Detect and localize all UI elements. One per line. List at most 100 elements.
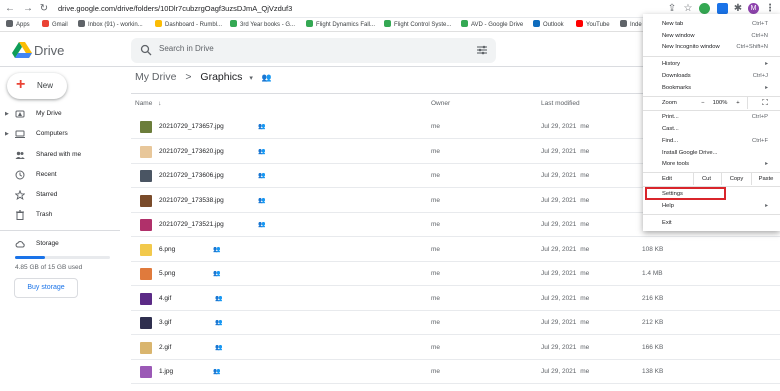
bookmark-outlook[interactable]: Outlook [533, 18, 564, 32]
file-row[interactable]: 3.gif 👥 me Jul 29, 2021 me 212 KB [131, 311, 780, 335]
file-row[interactable]: 4.gif 👥 me Jul 29, 2021 me 216 KB [131, 287, 780, 311]
file-row[interactable]: 6.png 👥 me Jul 29, 2021 me 108 KB [131, 238, 780, 262]
file-name[interactable]: 3.gif [159, 319, 171, 326]
file-modified: Jul 29, 2021 me [541, 368, 590, 375]
extension-icon[interactable] [699, 3, 710, 14]
address-bar[interactable]: drive.google.com/drive/folders/10Dlr7cub… [58, 2, 658, 16]
cut-button[interactable]: Cut [693, 173, 719, 185]
shared-icon: 👥 [215, 344, 223, 351]
paste-button[interactable]: Paste [751, 173, 780, 185]
search-input[interactable]: Search in Drive [159, 44, 214, 53]
sidebar-item-storage[interactable]: Storage [0, 236, 120, 252]
drive-logo-icon[interactable] [12, 42, 32, 59]
expand-arrow-icon[interactable]: ▶ [5, 106, 9, 122]
file-modified: Jul 29, 2021 me [541, 270, 590, 277]
storage-usage-text: 4.85 GB of 15 GB used [15, 264, 83, 271]
menu-item-history[interactable]: History ▸ [643, 58, 780, 70]
extension-icon[interactable] [717, 3, 728, 14]
file-name[interactable]: 20210729_173538.jpg [159, 197, 224, 204]
reload-icon[interactable]: ↻ [38, 3, 50, 15]
copy-button[interactable]: Copy [721, 173, 751, 185]
menu-item-find[interactable]: Find... Ctrl+F [643, 135, 780, 147]
bookmark-3rd-year-books[interactable]: 3rd Year books - G... [230, 18, 295, 32]
breadcrumb-separator-icon: > [185, 71, 192, 83]
sidebar-item-shared-with-me[interactable]: Shared with me [0, 147, 120, 163]
column-header-name[interactable]: Name ↓ [135, 100, 161, 107]
new-button[interactable]: + New [7, 73, 67, 99]
sidebar-item-starred[interactable]: Starred [0, 187, 120, 203]
computer-icon [15, 130, 25, 138]
file-modified: Jul 29, 2021 me [541, 147, 590, 155]
file-row[interactable]: 5.png 👥 me Jul 29, 2021 me 1.4 MB [131, 262, 780, 286]
menu-item-help[interactable]: Help ▸ [643, 200, 780, 212]
bookmark-flight-dynamics[interactable]: Flight Dynamics Fall... [306, 18, 375, 32]
file-thumbnail [140, 121, 152, 133]
file-name[interactable]: 20210729_173521.jpg [159, 221, 224, 228]
sidebar-item-recent[interactable]: Recent [0, 167, 120, 183]
file-name[interactable]: 1.jpg [159, 368, 173, 375]
shared-folder-icon: 👥 [261, 73, 272, 82]
bookmark-youtube[interactable]: YouTube [576, 18, 610, 32]
file-thumbnail [140, 170, 152, 182]
bookmark-inde[interactable]: Inde [620, 18, 642, 32]
bookmark-apps[interactable]: Apps [6, 18, 30, 32]
edit-label: Edit [662, 176, 672, 182]
search-box[interactable]: Search in Drive [131, 38, 496, 63]
menu-item-new-tab[interactable]: New tab Ctrl+T [643, 18, 780, 30]
menu-item-new-incognito[interactable]: New Incognito window Ctrl+Shift+N [643, 41, 780, 53]
column-header-last-modified[interactable]: Last modified [541, 100, 580, 107]
sidebar-item-computers[interactable]: ▶ Computers [0, 126, 120, 142]
bookmark-flight-control[interactable]: Flight Control Syste... [384, 18, 451, 32]
bookmark-avd[interactable]: AVD - Google Drive [461, 18, 523, 32]
file-row[interactable]: 2.gif 👥 me Jul 29, 2021 me 166 KB [131, 336, 780, 360]
bookmark-dashboard[interactable]: Dashboard - Rumbl... [155, 18, 222, 32]
file-name[interactable]: 6.png [159, 246, 175, 253]
file-owner: me [431, 123, 441, 130]
back-icon[interactable]: ← [4, 3, 16, 15]
menu-item-cast[interactable]: Cast... [643, 123, 780, 135]
expand-arrow-icon[interactable]: ▶ [5, 126, 9, 142]
bookmark-gmail[interactable]: Gmail [42, 18, 68, 32]
buy-storage-button[interactable]: Buy storage [14, 278, 78, 298]
forward-icon[interactable]: → [22, 3, 34, 15]
zoom-in-button[interactable]: + [733, 97, 743, 109]
file-thumbnail [140, 341, 152, 354]
fullscreen-icon[interactable]: ⛶ [760, 97, 770, 109]
file-modified: Jul 29, 2021 me [541, 343, 590, 351]
file-name[interactable]: 20210729_173657.jpg [159, 123, 224, 130]
file-name[interactable]: 20210729_173620.jpg [159, 148, 224, 155]
folder-dropdown-icon[interactable]: ▾ [249, 75, 253, 82]
search-options-icon[interactable] [476, 44, 488, 56]
file-name[interactable]: 20210729_173606.jpg [159, 172, 224, 179]
file-thumbnail [140, 145, 152, 158]
file-name[interactable]: 5.png [159, 270, 175, 277]
breadcrumb-my-drive[interactable]: My Drive [135, 71, 176, 83]
trash-icon [16, 210, 24, 220]
shared-icon: 👥 [258, 173, 266, 179]
file-name[interactable]: 4.gif [159, 295, 171, 302]
menu-item-edit: Edit Cut Copy Paste [643, 173, 780, 185]
breadcrumb: My Drive > Graphics ▾ 👥 [135, 71, 272, 83]
sidebar-item-my-drive[interactable]: ▶ My Drive [0, 106, 120, 122]
sidebar-item-trash[interactable]: Trash [0, 207, 120, 223]
file-size: 212 KB [642, 319, 664, 326]
settings-highlight-box [645, 187, 726, 200]
sidebar-item-label: Computers [36, 130, 68, 137]
zoom-out-button[interactable]: − [698, 97, 708, 109]
search-icon[interactable] [140, 44, 152, 56]
column-header-owner[interactable]: Owner [431, 100, 450, 107]
menu-item-exit[interactable]: Exit [643, 217, 780, 229]
profile-avatar[interactable]: M [748, 3, 759, 14]
file-size: 138 KB [642, 368, 664, 375]
menu-item-downloads[interactable]: Downloads Ctrl+J [643, 70, 780, 82]
breadcrumb-current-folder[interactable]: Graphics [200, 71, 242, 83]
file-size: 1.4 MB [642, 270, 663, 277]
menu-item-more-tools[interactable]: More tools ▸ [643, 158, 780, 170]
file-row[interactable]: 1.jpg 👥 me Jul 29, 2021 me 138 KB [131, 360, 780, 384]
file-name[interactable]: 2.gif [159, 344, 171, 351]
bookmark-inbox[interactable]: Inbox (91) - workin... [78, 18, 143, 32]
menu-item-bookmarks[interactable]: Bookmarks ▸ [643, 82, 780, 94]
sort-arrow-icon[interactable]: ↓ [158, 100, 161, 107]
zoom-label: Zoom [662, 100, 677, 106]
menu-item-print[interactable]: Print... Ctrl+P [643, 111, 780, 123]
